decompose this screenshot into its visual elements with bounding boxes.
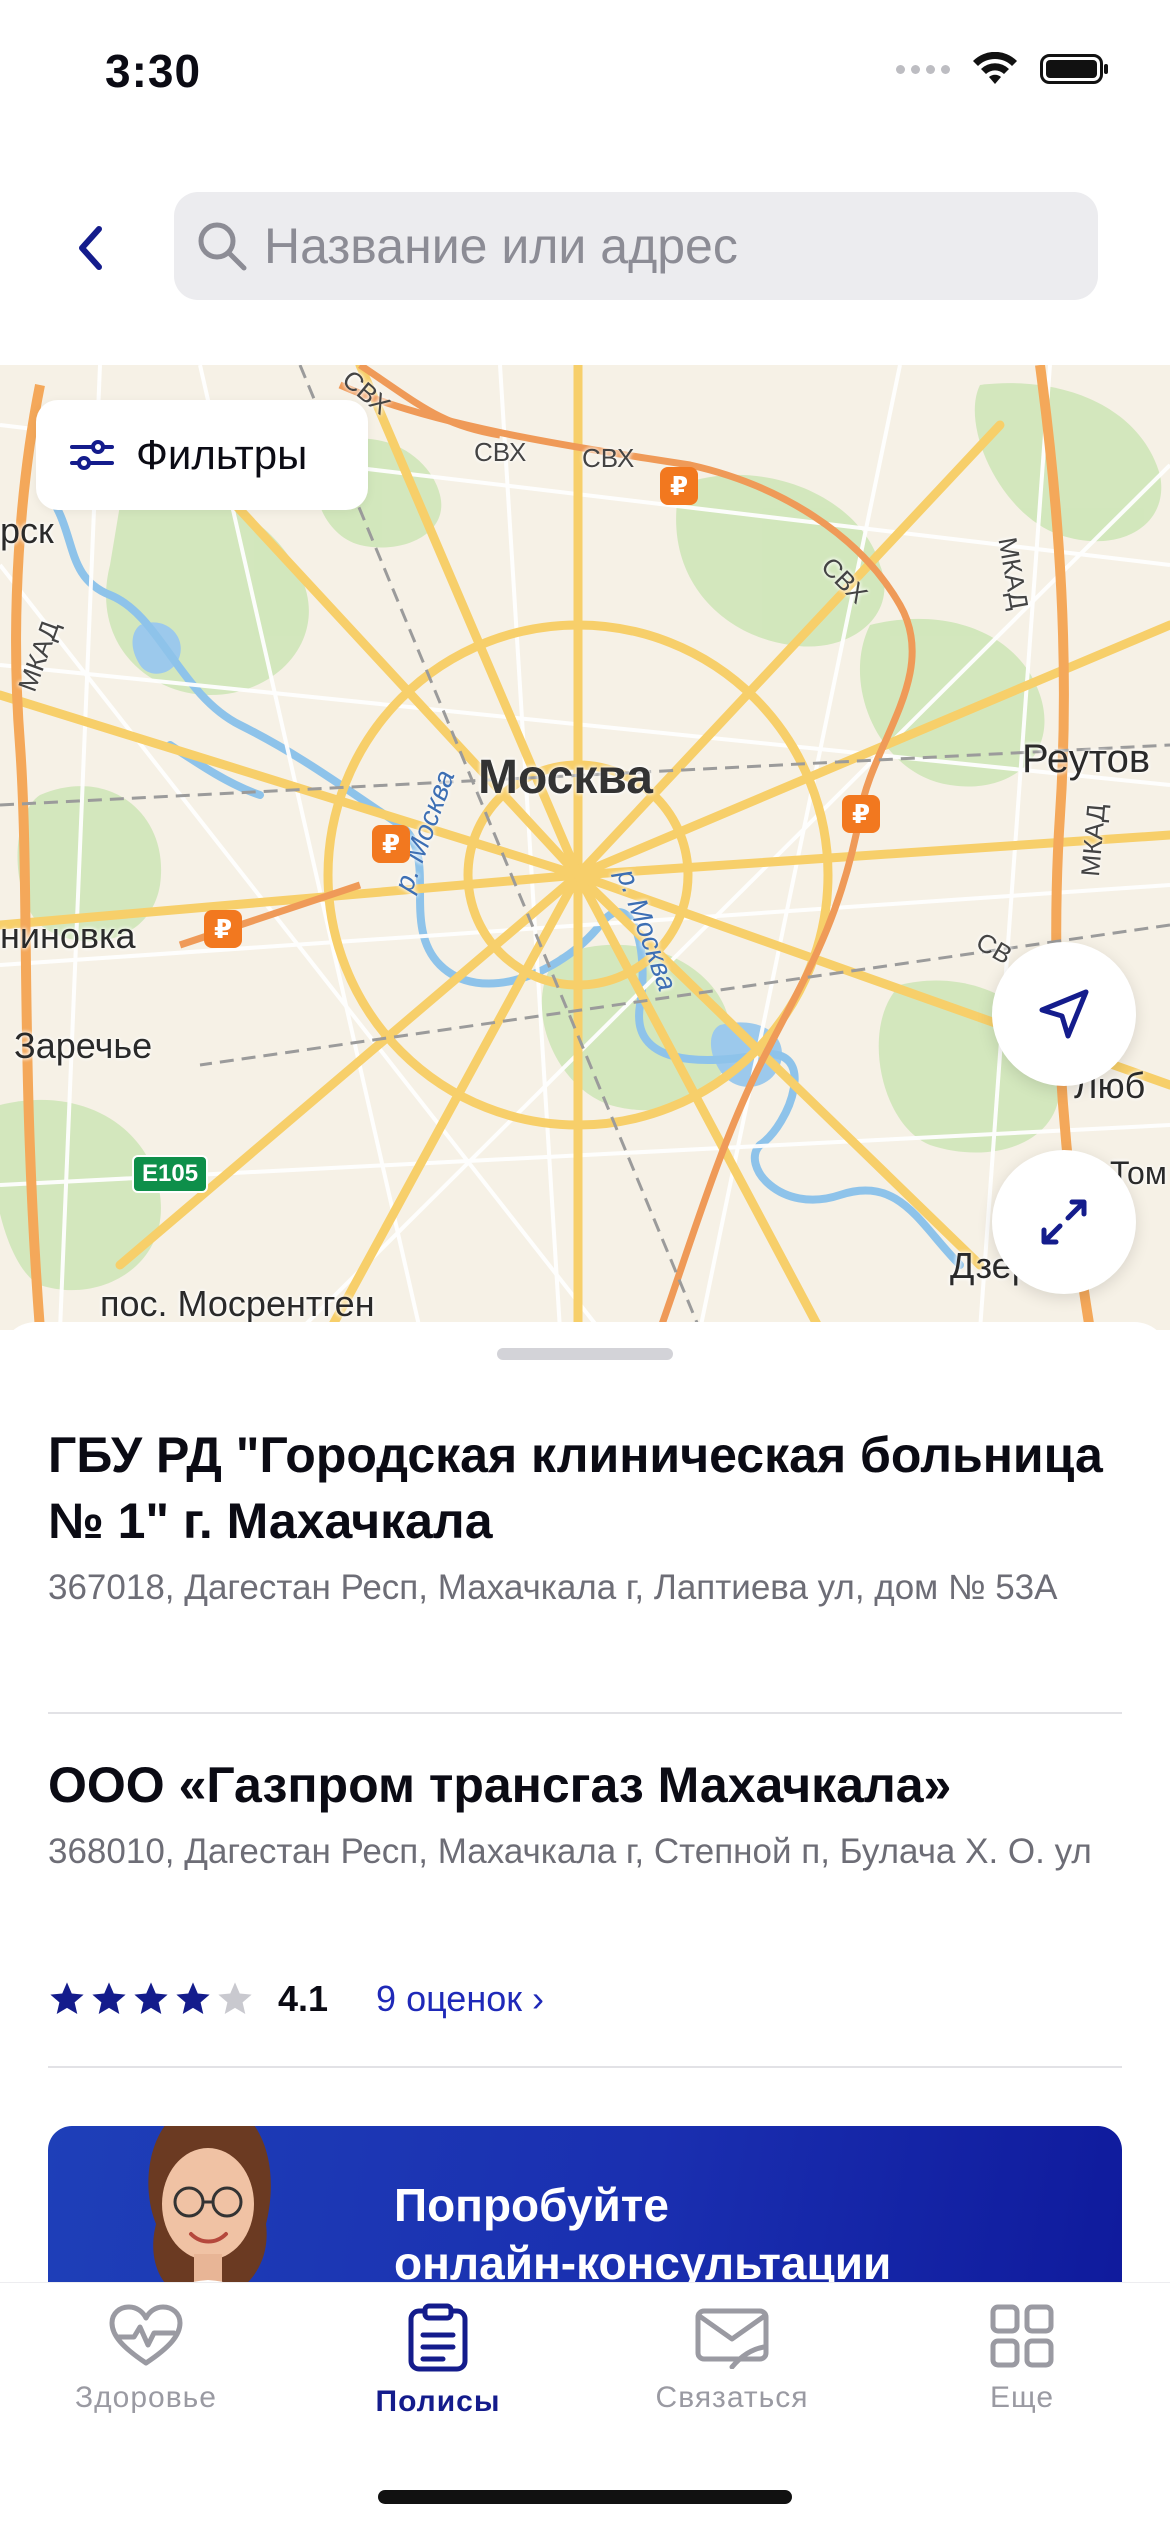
promo-text: Попробуйте онлайн-консультации — [394, 2176, 891, 2282]
divider — [48, 1712, 1122, 1714]
locate-button[interactable] — [992, 942, 1136, 1086]
metro-marker[interactable]: ₽ — [204, 910, 242, 948]
tab-label: Еще — [989, 2381, 1055, 2414]
grid-icon — [990, 2304, 1054, 2368]
search-input[interactable] — [264, 217, 1084, 275]
route-badge: E105 — [132, 1155, 209, 1193]
expand-map-button[interactable] — [992, 1150, 1136, 1294]
map-label-reutov: Реутов — [1022, 737, 1151, 781]
metro-marker[interactable]: ₽ — [660, 467, 698, 505]
home-indicator — [378, 2490, 792, 2504]
star-icon — [218, 1982, 252, 2015]
tab-label: Здоровье — [75, 2381, 217, 2414]
status-time: 3:30 — [105, 45, 202, 97]
chevron-left-icon — [79, 226, 102, 270]
map-label-ninovka: ниновка — [0, 915, 136, 956]
organization-rating: 4.1 9 оценок › — [48, 1974, 544, 2024]
tab-label: Полисы — [375, 2385, 501, 2418]
sliders-icon — [70, 440, 114, 470]
tab-contact[interactable]: Связаться — [612, 2303, 852, 2415]
back-button[interactable] — [60, 218, 120, 278]
header — [0, 150, 1170, 365]
organization-item[interactable]: ГБУ РД "Городская клиническая больница №… — [48, 1422, 1122, 1609]
battery-icon — [1040, 54, 1108, 84]
metro-marker[interactable]: ₽ — [372, 825, 410, 863]
map-label-road: СВХ — [474, 437, 527, 467]
promo-line: Попробуйте — [394, 2179, 669, 2231]
tab-label: Связаться — [655, 2381, 809, 2414]
map[interactable]: Москва Реутов Заречье ниновка рск пос. М… — [0, 365, 1170, 1330]
organization-address: 367018, Дагестан Респ, Махачкала г, Лапт… — [48, 1568, 1058, 1607]
tab-health[interactable]: Здоровье — [26, 2303, 266, 2415]
rating-value: 4.1 — [278, 1978, 329, 2019]
star-icon — [92, 1982, 126, 2015]
star-icon — [176, 1982, 210, 2015]
organization-title: ГБУ РД "Городская клиническая больница №… — [48, 1427, 1103, 1549]
metro-marker[interactable]: ₽ — [842, 795, 880, 833]
rating-stars — [48, 1980, 254, 2018]
map-label-road: СВХ — [582, 443, 635, 473]
status-bar: 3:30 — [0, 0, 1170, 150]
search-bar[interactable] — [174, 192, 1098, 300]
organization-title: ООО «Газпром трансгаз Махачкала» — [48, 1757, 952, 1813]
tab-more[interactable]: Еще — [902, 2303, 1142, 2415]
sheet-grabber[interactable] — [497, 1348, 673, 1360]
star-icon — [50, 1982, 84, 2015]
map-label-zarechye: Заречье — [14, 1025, 153, 1066]
reviews-link[interactable]: 9 оценок › — [376, 1978, 544, 2020]
doctor-avatar — [148, 2126, 271, 2282]
status-icons — [896, 52, 1110, 86]
search-icon — [198, 222, 247, 271]
map-label-city: Москва — [478, 751, 653, 804]
map-label-mosrentgen: пос. Мосрентген — [100, 1283, 375, 1324]
tab-policies[interactable]: Полисы — [318, 2303, 558, 2419]
filters-label: Фильтры — [136, 431, 308, 478]
organization-address: 368010, Дагестан Респ, Махачкала г, Степ… — [48, 1832, 1092, 1871]
promo-banner[interactable]: Попробуйте онлайн-консультации — [48, 2126, 1122, 2282]
clipboard-icon — [408, 2303, 468, 2372]
expand-icon — [1041, 1199, 1087, 1245]
divider — [48, 2066, 1122, 2068]
promo-line: онлайн-консультации — [394, 2237, 892, 2282]
heart-pulse-icon — [109, 2304, 183, 2366]
wifi-icon — [973, 52, 1017, 84]
navigation-arrow-icon — [1039, 989, 1089, 1039]
organization-item[interactable]: ООО «Газпром трансгаз Махачкала» 368010,… — [48, 1752, 1122, 1873]
map-label-rsk: рск — [0, 510, 54, 551]
signal-icon — [896, 64, 950, 74]
map-label-road: МКАД — [1075, 802, 1112, 878]
phone-mail-icon — [695, 2308, 769, 2369]
star-icon — [134, 1982, 168, 2015]
organizations-sheet: ГБУ РД "Городская клиническая больница №… — [0, 1322, 1170, 2282]
filters-button[interactable]: Фильтры — [36, 400, 368, 510]
